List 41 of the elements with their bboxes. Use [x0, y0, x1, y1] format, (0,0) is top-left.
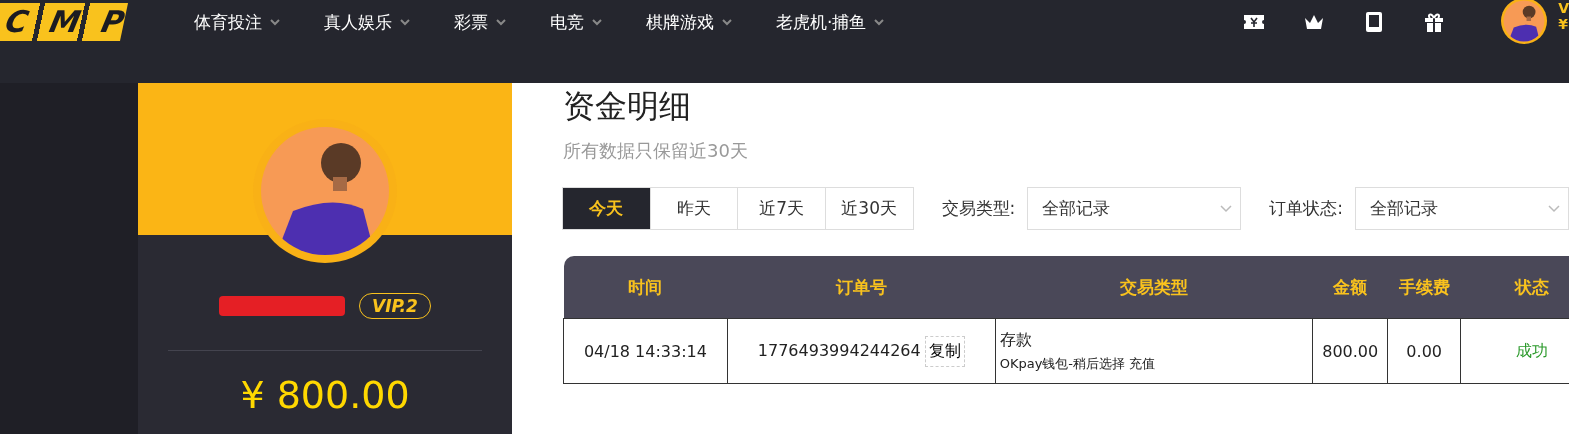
- balance-amount: ¥ 800.00: [240, 373, 410, 417]
- caret-icon: [400, 18, 410, 26]
- chevron-icon: [1220, 204, 1233, 213]
- copy-button[interactable]: 复制: [924, 335, 965, 367]
- column-header: 手续费: [1387, 256, 1461, 319]
- filter-label: 交易类型:: [941, 197, 1016, 220]
- filter-label: 订单状态:: [1269, 197, 1343, 220]
- order-number: 1776493994244264: [757, 340, 921, 360]
- caret-icon: [592, 18, 602, 26]
- table-cell: 0.00: [1387, 318, 1461, 384]
- caret-icon: [496, 18, 506, 26]
- nav-item[interactable]: 彩票: [454, 10, 506, 34]
- filter-select[interactable]: 全部记录: [1354, 187, 1569, 230]
- period-tab[interactable]: 近7天: [737, 187, 826, 230]
- nav-item[interactable]: 电竞: [550, 10, 602, 34]
- column-header: 时间: [563, 256, 728, 319]
- period-tab[interactable]: 今天: [562, 187, 651, 230]
- transaction-type: 存款: [999, 329, 1033, 351]
- table-cell: 04/18 14:33:14: [563, 318, 728, 384]
- page-subtitle: 所有数据只保留近30天: [563, 139, 749, 163]
- chevron-icon: [1547, 204, 1560, 213]
- caret-icon: [874, 18, 885, 26]
- column-header: 状态: [1460, 256, 1569, 319]
- nav-item[interactable]: 真人娱乐: [324, 10, 410, 34]
- currency-symbol: ¥: [1558, 16, 1569, 32]
- status-text: 成功: [1515, 340, 1548, 360]
- column-header: 金额: [1312, 256, 1388, 319]
- caret-icon: [270, 18, 280, 26]
- column-header: 订单号: [727, 256, 996, 319]
- period-tab[interactable]: 昨天: [649, 187, 739, 230]
- transaction-detail: OKpay钱包-稍后选择 充值: [999, 354, 1157, 373]
- nav-item[interactable]: 老虎机·捕鱼: [776, 10, 885, 34]
- caret-icon: [722, 18, 732, 26]
- nav-item[interactable]: 体育投注: [194, 10, 280, 34]
- period-tab[interactable]: 近30天: [824, 187, 914, 230]
- filter-select[interactable]: 全部记录: [1027, 187, 1242, 230]
- column-header: 交易类型: [995, 256, 1313, 319]
- table-cell: 800.00: [1312, 318, 1388, 384]
- page-title: 资金明细: [563, 86, 692, 127]
- nav-item[interactable]: 棋牌游戏: [646, 10, 732, 34]
- user-initial: V: [1558, 0, 1569, 16]
